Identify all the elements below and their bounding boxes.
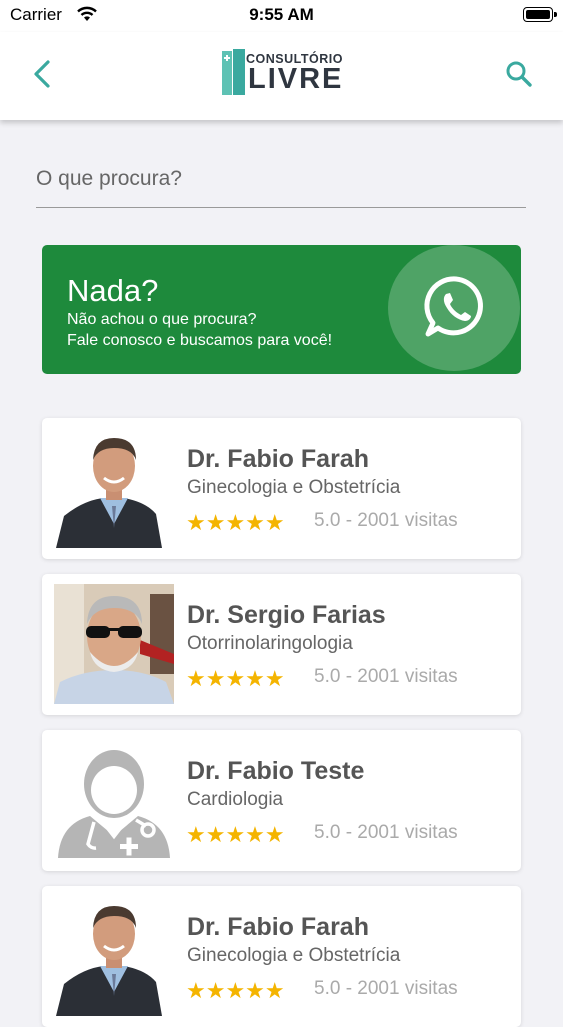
chevron-left-icon [34,60,50,88]
rating-text: 5.0 - 2001 visitas [314,666,458,687]
rating-stars: ★★★★★ [186,666,285,691]
banner-subtitle-2: Fale conosco e buscamos para você! [67,332,333,349]
nav-bar: CONSULTÓRIO LIVRE [0,32,563,120]
doctor-specialty: Cardiologia [187,789,284,810]
doctor-card[interactable]: Dr. Fabio Farah Ginecologia e Obstetríci… [42,418,521,559]
clock: 9:55 AM [249,5,314,24]
doctor-name: Dr. Fabio Teste [187,757,365,785]
rating-text: 5.0 - 2001 visitas [314,822,458,843]
rating-stars: ★★★★★ [186,978,285,1003]
banner-title: Nada? [67,273,159,308]
doctor-card[interactable]: Dr. Fabio Teste Cardiologia ★★★★★ 5.0 - … [42,730,521,871]
logo-text-big: LIVRE [248,63,344,95]
search-input[interactable] [36,150,526,208]
doctor-name: Dr. Fabio Farah [187,913,369,941]
app-logo: CONSULTÓRIO LIVRE [220,46,346,98]
rating-text: 5.0 - 2001 visitas [314,978,458,999]
doctor-specialty: Ginecologia e Obstetrícia [187,477,401,498]
search-button[interactable] [499,54,539,94]
doctor-photo [54,584,174,704]
doctor-photo [54,896,174,1016]
doctor-name: Dr. Fabio Farah [187,445,369,473]
whatsapp-icon[interactable] [423,274,489,340]
doctor-avatar-icon [54,740,174,860]
rating-text: 5.0 - 2001 visitas [314,510,458,531]
logo-mark-icon [222,49,245,95]
doctor-name: Dr. Sergio Farias [187,601,386,629]
contact-whatsapp-banner[interactable]: Nada? Não achou o que procura? Fale cono… [42,245,521,374]
doctor-card[interactable]: Dr. Sergio Farias Otorrinolaringologia ★… [42,574,521,715]
status-bar: Carrier 9:55 AM [0,0,563,32]
search-icon [506,61,532,87]
battery-icon [523,7,557,22]
doctor-card[interactable]: Dr. Fabio Farah Ginecologia e Obstetríci… [42,886,521,1027]
doctor-specialty: Otorrinolaringologia [187,633,353,654]
doctor-photo [54,428,174,548]
rating-stars: ★★★★★ [186,510,285,535]
banner-subtitle-1: Não achou o que procura? [67,311,257,328]
rating-stars: ★★★★★ [186,822,285,847]
doctor-specialty: Ginecologia e Obstetrícia [187,945,401,966]
doctor-avatar-placeholder [54,740,174,860]
back-button[interactable] [24,54,64,94]
